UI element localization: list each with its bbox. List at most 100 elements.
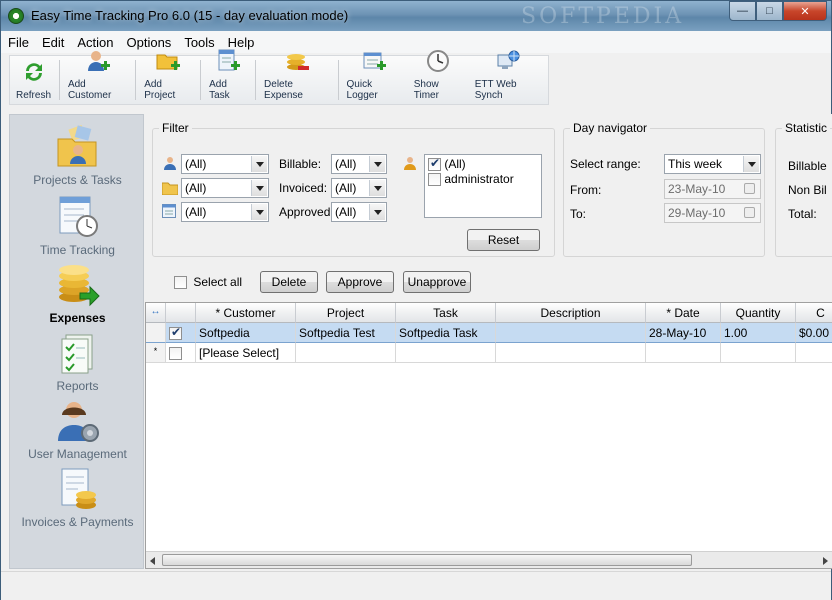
user-option-administrator[interactable]: administrator	[428, 172, 514, 187]
column-description[interactable]: Description	[496, 303, 646, 323]
maximize-button[interactable]: □	[756, 1, 783, 21]
cell-task[interactable]	[396, 343, 496, 363]
column-quantity[interactable]: Quantity	[721, 303, 796, 323]
cell-quantity[interactable]: 1.00	[721, 323, 796, 343]
row-checkbox-cell[interactable]	[166, 343, 196, 363]
menu-file[interactable]: File	[1, 31, 35, 50]
add-task-button[interactable]: Add Task	[203, 49, 253, 104]
row-checkbox-cell[interactable]	[166, 323, 196, 343]
close-button[interactable]: ✕	[783, 1, 827, 21]
show-timer-button[interactable]: Show Timer	[408, 50, 469, 104]
column-cost[interactable]: C	[796, 303, 832, 323]
column-resize-icon[interactable]: ↔	[146, 303, 166, 323]
table-row-new[interactable]: * [Please Select]	[146, 343, 832, 363]
cell-customer[interactable]: [Please Select]	[196, 343, 296, 363]
approved-filter-select[interactable]: (All)	[331, 202, 387, 222]
row-checkbox[interactable]	[169, 347, 182, 361]
approved-filter-value: (All)	[335, 205, 357, 219]
add-project-button[interactable]: Add Project	[138, 54, 198, 104]
user-option-all-checkbox[interactable]	[428, 156, 441, 172]
select-all-toggle[interactable]: Select all	[174, 275, 242, 290]
expenses-icon	[56, 263, 100, 307]
calendar-icon[interactable]	[744, 207, 755, 218]
chevron-down-icon[interactable]	[743, 156, 759, 172]
minimize-button[interactable]: —	[729, 1, 756, 21]
select-all-checkbox[interactable]	[174, 276, 187, 290]
cell-customer[interactable]: Softpedia	[196, 323, 296, 343]
web-synch-icon	[496, 49, 520, 73]
unapprove-button[interactable]: Unapprove	[403, 271, 471, 293]
new-row-marker[interactable]: *	[146, 343, 166, 363]
chevron-down-icon[interactable]	[251, 156, 267, 172]
scroll-left-icon[interactable]	[150, 557, 155, 565]
nav-projects-tasks[interactable]: Projects & Tasks	[10, 124, 145, 187]
chevron-down-icon[interactable]	[369, 204, 385, 220]
user-option-administrator-checkbox[interactable]	[428, 173, 441, 187]
row-selector[interactable]	[146, 323, 166, 343]
app-clock-icon[interactable]	[8, 8, 24, 24]
cell-date[interactable]: 28-May-10	[646, 323, 721, 343]
chevron-down-icon[interactable]	[369, 180, 385, 196]
column-task[interactable]: Task	[396, 303, 496, 323]
cell-description[interactable]	[496, 323, 646, 343]
menu-edit[interactable]: Edit	[35, 31, 70, 50]
reset-button[interactable]: Reset	[467, 229, 540, 251]
from-label: From:	[570, 183, 602, 197]
quick-logger-button[interactable]: Quick Logger	[341, 52, 408, 104]
scroll-thumb[interactable]	[162, 554, 692, 566]
column-project[interactable]: Project	[296, 303, 396, 323]
column-date[interactable]: * Date	[646, 303, 721, 323]
nav-expenses[interactable]: Expenses	[10, 263, 145, 325]
reports-icon	[56, 331, 100, 375]
cell-cost[interactable]: $0.00	[796, 323, 832, 343]
menu-help[interactable]: Help	[221, 31, 261, 50]
cell-project[interactable]: Softpedia Test	[296, 323, 396, 343]
chevron-down-icon[interactable]	[251, 204, 267, 220]
user-filter-list[interactable]: (All) administrator	[424, 154, 542, 218]
cell-description[interactable]	[496, 343, 646, 363]
select-range-select[interactable]: This week	[664, 154, 761, 174]
nav-projects-label: Projects & Tasks	[33, 173, 122, 187]
table-row[interactable]: Softpedia Softpedia Test Softpedia Task …	[146, 323, 832, 343]
billable-filter-select[interactable]: (All)	[331, 154, 387, 174]
customer-filter-select[interactable]: (All)	[181, 154, 269, 174]
approve-button[interactable]: Approve	[326, 271, 394, 293]
nav-reports[interactable]: Reports	[10, 331, 145, 393]
row-checkbox[interactable]	[169, 325, 182, 341]
user-option-all[interactable]: (All)	[428, 156, 466, 172]
invoiced-filter-select[interactable]: (All)	[331, 178, 387, 198]
delete-expense-button[interactable]: Delete Expense	[258, 54, 336, 104]
menu-tools[interactable]: Tools	[177, 31, 220, 50]
cell-quantity[interactable]	[721, 343, 796, 363]
stat-non-billable-label: Non Bil	[788, 183, 827, 197]
filter-group: Filter (All) (All) (All) Billable: (All)	[152, 121, 555, 257]
app-window: Easy Time Tracking Pro 6.0 (15 - day eva…	[0, 0, 832, 600]
project-filter-value: (All)	[185, 181, 207, 195]
delete-button[interactable]: Delete	[260, 271, 318, 293]
menu-options[interactable]: Options	[120, 31, 178, 50]
web-synch-button[interactable]: ETT Web Synch	[469, 50, 548, 104]
stat-billable-label: Billable	[788, 159, 827, 173]
nav-time-tracking[interactable]: Time Tracking	[10, 195, 145, 257]
from-date-picker[interactable]: 23-May-10	[664, 179, 761, 199]
scroll-right-icon[interactable]	[823, 557, 828, 565]
cell-date[interactable]	[646, 343, 721, 363]
to-date-picker[interactable]: 29-May-10	[664, 203, 761, 223]
cell-task[interactable]: Softpedia Task	[396, 323, 496, 343]
task-filter-select[interactable]: (All)	[181, 202, 269, 222]
chevron-down-icon[interactable]	[251, 180, 267, 196]
nav-user-management[interactable]: User Management	[10, 399, 145, 461]
horizontal-scrollbar[interactable]	[146, 551, 832, 568]
refresh-button[interactable]: Refresh	[10, 56, 57, 104]
calendar-icon[interactable]	[744, 183, 755, 194]
chevron-down-icon[interactable]	[369, 156, 385, 172]
cell-project[interactable]	[296, 343, 396, 363]
project-filter-select[interactable]: (All)	[181, 178, 269, 198]
menu-action[interactable]: Action	[70, 31, 119, 50]
nav-invoices-payments[interactable]: Invoices & Payments	[10, 467, 145, 529]
cell-cost[interactable]	[796, 343, 832, 363]
add-customer-button[interactable]: Add Customer	[62, 51, 133, 104]
approved-label: Approved:	[279, 205, 334, 219]
column-customer[interactable]: * Customer	[196, 303, 296, 323]
add-project-icon	[156, 49, 181, 73]
